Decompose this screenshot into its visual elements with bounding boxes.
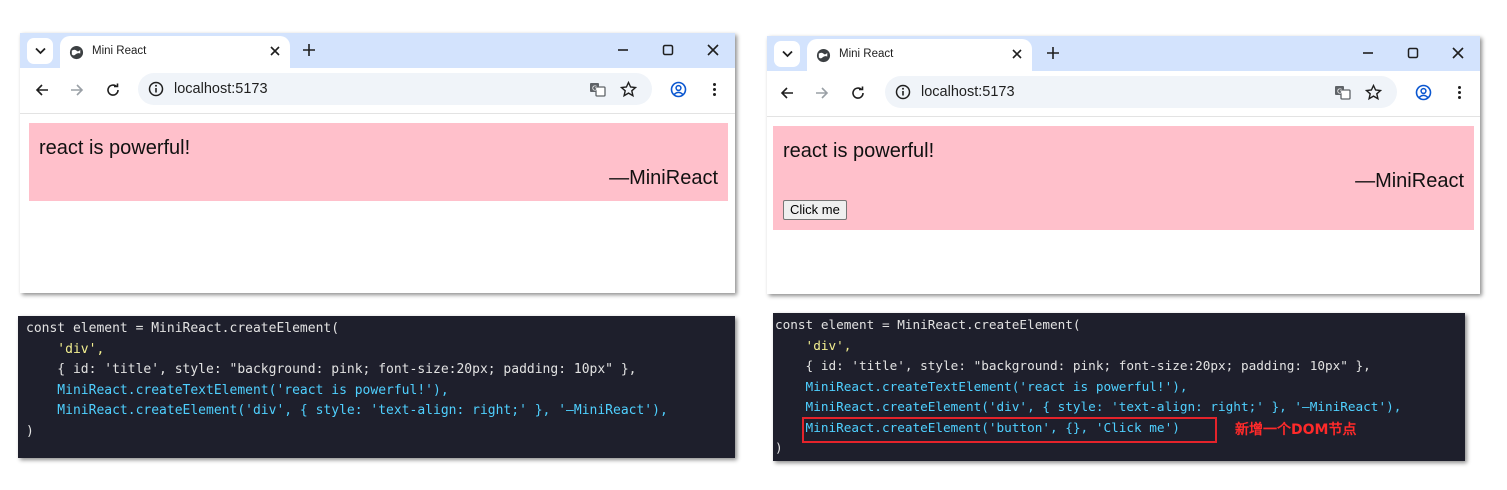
browser-window-left: Mini React localhost:5173 G react is pow… [20,33,735,293]
code-line: MiniReact.createTextElement('react is po… [775,378,1188,394]
star-icon[interactable] [1365,84,1382,101]
tab-title: Mini React [92,45,147,57]
tab-mini-react[interactable]: Mini React [60,36,290,68]
more-vertical-icon[interactable] [1451,84,1468,101]
code-line: const element = MiniReact.createElement( [775,317,1081,332]
omnibox[interactable]: localhost:5173 G [885,76,1397,108]
arrow-right-icon[interactable] [814,85,830,101]
code-line: MiniReact.createElement('div', { style: … [775,399,1402,414]
code-line: 'div', [775,337,852,353]
code-line: MiniReact.createElement('div', { style: … [26,403,668,418]
omnibox[interactable]: localhost:5173 G [138,73,652,105]
url-text: localhost:5173 [921,84,1015,100]
browser-window-right: Mini React localhost:5173 G react is pow… [767,36,1480,294]
plus-icon[interactable] [300,41,318,59]
maximize-icon[interactable] [1405,45,1421,61]
code-line: MiniReact.createTextElement('react is po… [26,382,449,398]
globe-icon [69,45,84,60]
click-me-button[interactable]: Click me [783,200,847,220]
url-text: localhost:5173 [174,81,268,97]
reload-icon[interactable] [105,82,121,98]
arrow-right-icon[interactable] [69,82,85,98]
page-content: react is powerful! —MiniReact [20,114,735,293]
minimize-icon[interactable] [615,42,631,58]
content-text: react is powerful! [39,137,191,159]
tab-strip: Mini React [767,36,1480,71]
annotation-text: 新增一个DOM节点 [1235,422,1357,438]
toolbar: localhost:5173 G [20,68,735,114]
signature-text: —MiniReact [609,167,718,189]
tab-search-button[interactable] [774,41,800,67]
code-line: { id: 'title', style: "background: pink;… [775,358,1371,373]
minimize-icon[interactable] [1360,45,1376,61]
signature-text: —MiniReact [1355,170,1464,192]
content-text: react is powerful! [783,140,935,162]
page-content: react is powerful! —MiniReact Click me [767,117,1480,294]
arrow-left-icon[interactable] [779,85,795,101]
maximize-icon[interactable] [660,42,676,58]
close-icon[interactable] [1450,45,1466,61]
tab-title: Mini React [839,48,894,60]
code-line: { id: 'title', style: "background: pink;… [26,362,637,377]
svg-text:G: G [592,85,597,93]
info-icon[interactable] [148,81,164,97]
code-line: 'div', [26,341,105,357]
more-vertical-icon[interactable] [706,81,723,98]
code-block: const element = MiniReact.createElement(… [26,319,668,442]
highlight-box [802,417,1217,443]
chevron-down-icon [34,47,46,55]
code-line: ) [26,423,34,439]
star-icon[interactable] [620,81,637,98]
translate-icon[interactable]: G [1334,84,1351,101]
chevron-down-icon [781,50,793,58]
arrow-left-icon[interactable] [34,82,50,98]
svg-text:G: G [1337,88,1342,96]
title-div: react is powerful! —MiniReact [29,123,728,201]
tab-search-button[interactable] [27,38,53,64]
tab-strip: Mini React [20,33,735,68]
profile-icon[interactable] [1415,84,1432,101]
close-icon[interactable] [705,42,721,58]
tab-mini-react[interactable]: Mini React [807,39,1032,71]
info-icon[interactable] [895,84,911,100]
reload-icon[interactable] [850,85,866,101]
code-panel-right: const element = MiniReact.createElement(… [773,313,1465,461]
code-line: const element = MiniReact.createElement( [26,321,340,336]
code-line: ) [775,440,783,455]
translate-icon[interactable]: G [589,81,606,98]
close-icon[interactable] [268,44,282,58]
globe-icon [816,48,831,63]
profile-icon[interactable] [670,81,687,98]
code-panel-left: const element = MiniReact.createElement(… [18,316,735,458]
close-icon[interactable] [1010,47,1024,61]
title-div: react is powerful! —MiniReact Click me [773,126,1474,230]
plus-icon[interactable] [1044,44,1062,62]
toolbar: localhost:5173 G [767,71,1480,117]
